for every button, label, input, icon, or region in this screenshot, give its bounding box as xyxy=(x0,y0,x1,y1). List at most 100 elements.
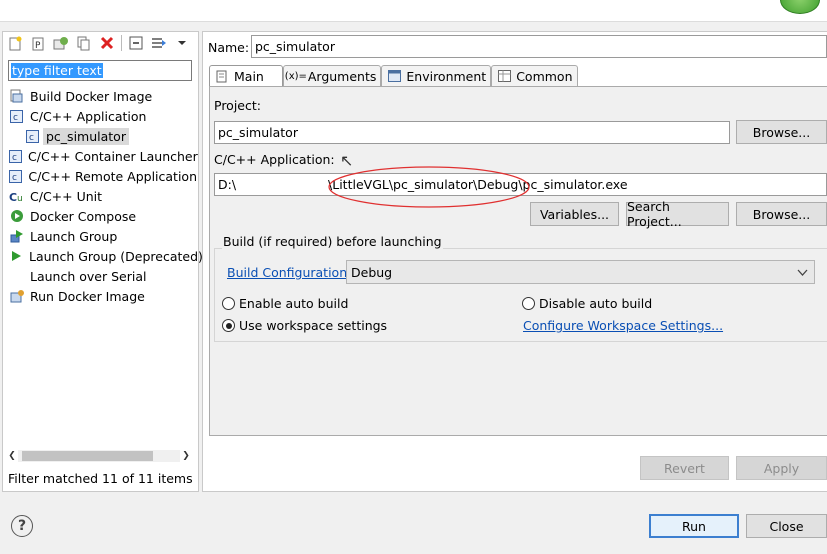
filter-status: Filter matched 11 of 11 items xyxy=(8,471,193,486)
scroll-left-icon[interactable]: ❮ xyxy=(6,451,18,461)
svg-text:c: c xyxy=(13,113,18,123)
main-tab-icon xyxy=(215,70,229,84)
tree-item-launch-group[interactable]: Launch Group xyxy=(9,226,197,246)
tree-item-run-docker-image[interactable]: Run Docker Image xyxy=(9,286,197,306)
c-config-icon: c xyxy=(25,129,40,144)
svg-text:c: c xyxy=(12,173,17,183)
c-unit-icon: Cu xyxy=(9,189,24,204)
application-label: C/C++ Application: xyxy=(214,152,335,167)
tab-label: Main xyxy=(234,69,264,84)
variables-button[interactable]: Variables... xyxy=(530,202,619,226)
help-icon[interactable]: ? xyxy=(11,515,33,537)
project-input[interactable]: pc_simulator xyxy=(214,121,730,144)
scroll-thumb[interactable] xyxy=(22,451,153,461)
tab-environment[interactable]: Environment xyxy=(381,65,492,86)
revert-button[interactable]: Revert xyxy=(640,456,729,480)
docker-compose-icon xyxy=(9,209,24,224)
tree-item-launch-group-deprecated[interactable]: Launch Group (Deprecated) xyxy=(9,246,203,266)
redacted-path-segment xyxy=(240,178,325,193)
launch-config-toolbar: P xyxy=(6,34,196,52)
svg-text:u: u xyxy=(17,194,23,203)
chevron-down-icon xyxy=(797,266,808,281)
tree-item-label: C/C++ Application xyxy=(30,108,147,124)
radio-label: Use workspace settings xyxy=(239,318,388,333)
tree-item-pc-simulator[interactable]: c pc_simulator xyxy=(9,126,197,146)
tree-item-launch-over-serial[interactable]: Launch over Serial xyxy=(9,266,197,286)
filter-config-icon[interactable] xyxy=(150,35,168,51)
application-path-prefix: D:\ xyxy=(218,177,237,192)
search-project-button[interactable]: Search Project... xyxy=(626,199,729,229)
config-tabs: Main (x)= Arguments Environment Common xyxy=(209,65,578,87)
blank-icon xyxy=(9,269,24,284)
filter-input[interactable]: type filter text xyxy=(8,60,192,81)
browse-application-button[interactable]: Browse... xyxy=(736,202,827,226)
tab-arguments[interactable]: (x)= Arguments xyxy=(282,65,382,86)
docker-build-icon xyxy=(9,89,24,104)
use-workspace-settings-radio[interactable]: Use workspace settings xyxy=(222,318,387,333)
tab-main[interactable]: Main xyxy=(209,65,283,87)
tree-item-cpp-unit[interactable]: Cu C/C++ Unit xyxy=(9,186,197,206)
svg-text:c: c xyxy=(12,153,17,163)
project-label: Project: xyxy=(214,98,261,113)
apply-button[interactable]: Apply xyxy=(736,456,827,480)
tree-item-label: Launch Group (Deprecated) xyxy=(29,248,203,264)
tree-item-label: Build Docker Image xyxy=(30,88,153,104)
scroll-right-icon[interactable]: ❯ xyxy=(180,451,192,461)
configuration-tree: Build Docker Image c C/C++ Application c… xyxy=(9,86,203,306)
common-tab-icon xyxy=(497,69,511,83)
build-group-title: Build (if required) before launching xyxy=(222,234,443,249)
name-input[interactable]: pc_simulator xyxy=(251,35,827,58)
docker-run-icon xyxy=(9,289,24,304)
tree-item-label: C/C++ Unit xyxy=(30,188,103,204)
tree-item-build-docker-image[interactable]: Build Docker Image xyxy=(9,86,197,106)
tab-label: Common xyxy=(516,68,573,84)
tree-item-label: C/C++ Remote Application xyxy=(28,168,197,184)
radio-label: Disable auto build xyxy=(539,296,653,311)
disable-auto-build-radio[interactable]: Disable auto build xyxy=(522,296,652,311)
tree-item-label: C/C++ Container Launcher xyxy=(28,148,198,164)
tab-label: Environment xyxy=(406,68,487,84)
export-icon[interactable] xyxy=(52,35,70,51)
c-app-icon: c xyxy=(9,109,24,124)
configure-workspace-link[interactable]: Configure Workspace Settings... xyxy=(523,318,723,333)
duplicate-icon[interactable] xyxy=(75,35,93,51)
tree-item-label: pc_simulator xyxy=(43,127,129,145)
collapse-all-icon[interactable] xyxy=(127,35,145,51)
radio-off-icon xyxy=(522,297,535,310)
launch-group-deprecated-icon xyxy=(9,249,23,264)
environment-tab-icon xyxy=(387,69,401,83)
build-configuration-value: Debug xyxy=(351,265,393,280)
run-logo-icon xyxy=(780,0,820,14)
new-prototype-icon[interactable]: P xyxy=(29,35,47,51)
name-label: Name: xyxy=(208,40,250,55)
build-configuration-link[interactable]: Build Configuration: xyxy=(227,265,351,280)
svg-text:P: P xyxy=(35,41,41,51)
delete-icon[interactable] xyxy=(98,35,116,51)
radio-off-icon xyxy=(222,297,235,310)
tree-item-remote-application[interactable]: c C/C++ Remote Application xyxy=(9,166,197,186)
tab-common[interactable]: Common xyxy=(491,65,578,86)
build-configuration-select[interactable]: Debug xyxy=(346,260,815,284)
svg-text:c: c xyxy=(29,133,34,143)
tree-item-cpp-application[interactable]: c C/C++ Application xyxy=(9,106,197,126)
chevron-down-icon[interactable] xyxy=(173,35,191,51)
tree-horizontal-scrollbar[interactable]: ❮ ❯ xyxy=(6,449,192,463)
tree-item-label: Launch over Serial xyxy=(30,268,147,284)
run-button[interactable]: Run xyxy=(649,514,739,538)
new-config-icon[interactable] xyxy=(6,35,24,51)
tree-item-container-launcher[interactable]: c C/C++ Container Launcher xyxy=(9,146,198,166)
filter-placeholder: type filter text xyxy=(11,63,103,78)
launch-group-icon xyxy=(9,229,24,244)
tree-item-label: Run Docker Image xyxy=(30,288,145,304)
arguments-tab-icon: (x)= xyxy=(284,70,307,82)
close-button[interactable]: Close xyxy=(746,514,827,538)
toolbar-separator xyxy=(121,35,122,51)
annotation-ellipse xyxy=(328,166,530,208)
scroll-track[interactable] xyxy=(18,450,180,462)
enable-auto-build-radio[interactable]: Enable auto build xyxy=(222,296,348,311)
browse-project-button[interactable]: Browse... xyxy=(736,120,827,144)
tab-label: Arguments xyxy=(307,68,377,84)
tree-item-label: Docker Compose xyxy=(30,208,137,224)
tree-item-docker-compose[interactable]: Docker Compose xyxy=(9,206,197,226)
c-app-icon: c xyxy=(9,149,22,164)
